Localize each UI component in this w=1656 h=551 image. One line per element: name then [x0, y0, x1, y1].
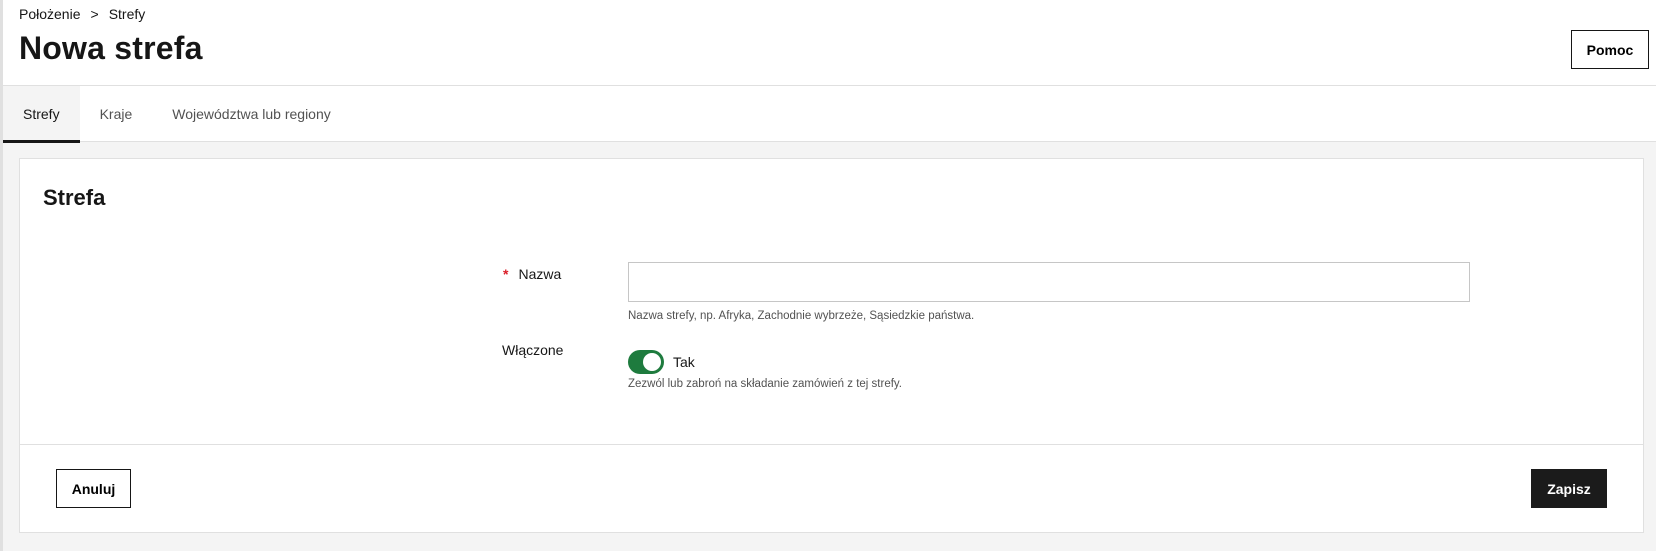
enabled-helper-text: Zezwól lub zabroń na składanie zamówień …: [628, 378, 903, 390]
enabled-toggle[interactable]: [628, 350, 664, 374]
required-marker: *: [503, 266, 509, 282]
tab-bar: Strefy Kraje Województwa lub regiony: [3, 86, 1656, 143]
toggle-knob: [643, 353, 661, 371]
page: Położenie > Strefy Nowa strefa Pomoc Str…: [0, 0, 1656, 551]
name-input[interactable]: [628, 262, 1470, 302]
tab-zones[interactable]: Strefy: [3, 86, 80, 143]
zone-form-card: Strefa * Nazwa Nazwa strefy, np. Afryka, …: [19, 158, 1644, 533]
name-label-text: Nazwa: [518, 266, 562, 282]
breadcrumb-link-location[interactable]: Położenie: [19, 6, 81, 22]
save-button[interactable]: Zapisz: [1531, 469, 1607, 508]
tab-countries[interactable]: Kraje: [80, 86, 153, 142]
breadcrumb-current: Strefy: [108, 6, 146, 22]
enabled-state-label: Tak: [673, 354, 695, 370]
breadcrumb-separator: >: [90, 6, 99, 22]
enabled-field-label: Włączone: [502, 342, 564, 358]
tab-regions[interactable]: Województwa lub regiony: [152, 86, 351, 142]
help-button[interactable]: Pomoc: [1571, 30, 1649, 69]
page-title: Nowa strefa: [19, 30, 203, 66]
footer-divider: [20, 444, 1643, 445]
name-field-label: * Nazwa: [503, 266, 561, 282]
name-helper-text: Nazwa strefy, np. Afryka, Zachodnie wybr…: [628, 310, 975, 322]
breadcrumb: Położenie > Strefy: [19, 6, 145, 22]
section-title: Strefa: [43, 185, 106, 210]
cancel-button[interactable]: Anuluj: [56, 469, 131, 508]
page-header: Położenie > Strefy Nowa strefa Pomoc: [3, 0, 1656, 86]
